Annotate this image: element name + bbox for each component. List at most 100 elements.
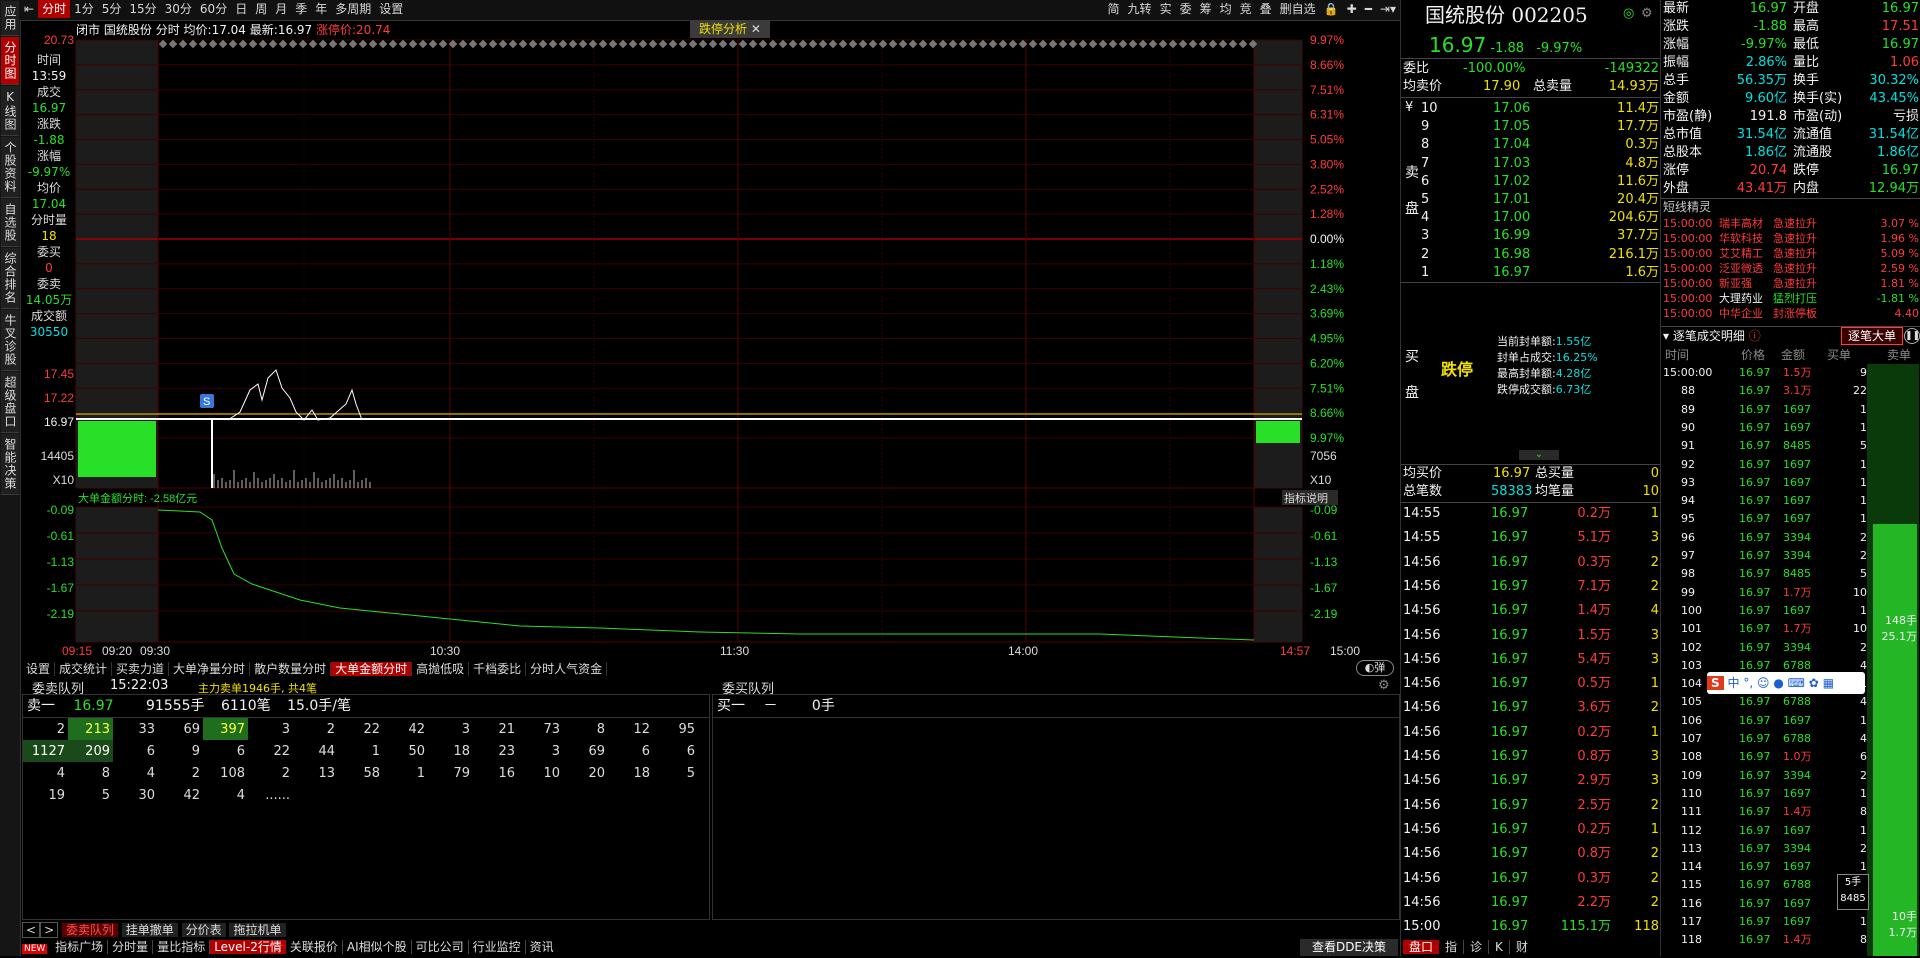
big-order-button[interactable]: 逐笔大单 [1841,327,1903,345]
short-line-row[interactable]: 15:00:00 新亚强 急速拉升 1.81 % [1663,276,1919,291]
short-line-row[interactable]: 15:00:00 瑞丰高材 急速拉升 3.07 % [1663,216,1919,231]
ask-level-row[interactable]: 3 16.99 37.7万 [1403,227,1659,245]
tab-order-cancel[interactable]: 挂单撤单 [121,923,178,937]
short-line-row[interactable]: 15:00:00 艾艾精工 急速拉升 5.09 % [1663,246,1919,261]
ask-level-row[interactable]: 10 17.06 11.4万 [1403,100,1659,118]
emoji-icon[interactable]: ☺ [1757,676,1770,690]
tick-row: 14:56 16.97 0.2万 1 [1403,724,1659,742]
indicator-tab[interactable]: 分时人气资金 [526,662,608,676]
panel-bottom-tabs: 盘口指诊 K 财 [1403,939,1534,956]
pause-icon[interactable]: ❚❚ [1904,328,1920,344]
status-timeshare-vol[interactable]: 分时量 [108,940,154,954]
queue-cell: 2 [56,721,65,737]
status-volume-ratio[interactable]: 量比指标 [153,940,211,954]
indicator-tab[interactable]: 大单净量分时 [169,662,251,676]
short-line-row[interactable]: 15:00:00 泛亚微透 急速拉升 2.59 % [1663,261,1919,276]
indicator-tab[interactable]: 散户数量分时 [250,662,332,676]
tick-price: 16.97 [1491,894,1529,910]
detail-price: 16.97 [1739,402,1771,416]
detail-amount: 1.7万 [1783,622,1812,636]
tab-diagnose[interactable]: 诊 [1464,940,1490,954]
expand-down-icon[interactable]: ⌄ [1519,450,1559,460]
short-line-row[interactable]: 15:00:00 中华企业 封涨停板 4.40 [1663,306,1919,321]
tab-price-table[interactable]: 分价表 [181,923,226,937]
timeshare-chart[interactable]: S 20.73 17.45 17.22 16.97 14405 X10 9.97% 8.66% 7… [0,0,1400,660]
price-axis-label: X10 [53,473,75,487]
quote-key: 最高 [1793,19,1820,34]
tick-price: 16.97 [1491,506,1529,521]
gear-icon[interactable]: ⚙ [1378,678,1390,693]
mic-icon[interactable]: ● [1773,676,1783,690]
tab-kline[interactable]: K [1489,940,1510,954]
pct-axis-label: 3.80% [1310,157,1344,171]
short-line-row[interactable]: 15:00:00 华软科技 急速拉升 1.96 % [1663,231,1919,246]
detail-row: 8916.9716971◆ [1663,401,1875,419]
collapse-icon[interactable]: ▾ [1663,329,1669,343]
tab-tractor-orders[interactable]: 拖拉机单 [229,923,286,937]
quote-row: 涨停 20.74 跌停 16.97 [1663,162,1919,180]
detail-count: 1 [1860,457,1867,471]
keyboard-icon[interactable]: ⌨ [1788,676,1805,690]
ask-level-row[interactable]: 6 17.02 11.6万 [1403,173,1659,191]
ask-level-row[interactable]: 8 17.04 0.3万 [1403,136,1659,154]
sub-axis-label: -2.19 [47,607,75,621]
tick-price: 16.97 [1491,870,1529,886]
pct-axis-label: 6.20% [1310,356,1344,370]
ask-price: 17.01 [1493,192,1531,207]
tick-row: 14:55 16.97 5.1万 3 [1403,529,1659,547]
limit-info-row: 封单占成交:16.25% [1497,350,1598,366]
quote-value: -9.97% [1741,37,1787,52]
ask-level-row[interactable]: 1 16.97 1.6万 [1403,264,1659,282]
sogou-icon[interactable]: S [1707,676,1724,690]
queue-cell: 22 [363,721,380,737]
indicator-tab[interactable]: 大单金额分时 [331,662,413,676]
tab-index[interactable]: 指 [1439,940,1465,954]
next-arrow-icon[interactable]: > [40,922,59,938]
detail-count: 5 [1860,439,1867,453]
indicator-tab[interactable]: 设置 [22,662,56,676]
status-ai-similar[interactable]: AI相似个股 [342,940,412,954]
tab-order-book[interactable]: 盘口 [1403,940,1440,954]
ime-toolbar[interactable]: S 中 °, ☺ ● ⌨ ✿ ▦ [1707,672,1865,694]
indicator-tab[interactable]: 成交统计 [55,662,113,676]
ask-level-row[interactable]: 9 17.05 17.7万 [1403,118,1659,136]
status-related-quote[interactable]: 关联报价 [285,940,343,954]
indicator-tab[interactable]: 买卖力道 [112,662,170,676]
buy-avg-label: 均买价 [1403,466,1443,481]
tab-sell-queue[interactable]: 委卖队列 [61,923,118,937]
tab-finance[interactable]: 财 [1510,940,1534,954]
short-line-row[interactable]: 15:00:00 大理药业 猛烈打压 -1.81 % [1663,291,1919,306]
indicator-tab[interactable]: 千档委比 [469,662,527,676]
tick-amount: 0.2万 [1577,821,1611,837]
prev-arrow-icon[interactable]: < [22,922,41,938]
status-industry[interactable]: 行业监控 [468,940,526,954]
dde-decision-button[interactable]: 查看DDE决策 [1300,939,1398,956]
queue-cell: 1 [416,765,425,781]
detail-amount: 1.7万 [1783,585,1812,599]
ask-level-row[interactable]: 7 17.03 4.8万 [1403,155,1659,173]
status-comparable[interactable]: 可比公司 [411,940,469,954]
detail-time: 92 [1681,457,1695,471]
s-marker-label: S [203,396,210,408]
queue-cell: 42 [408,721,425,737]
status-level2[interactable]: Level-2行情 [210,940,286,954]
quote-value: 1.86亿 [1745,145,1787,160]
toolbox-icon[interactable]: ▦ [1823,676,1834,690]
quote-key: 外盘 [1663,181,1690,196]
ask-level-row[interactable]: 2 16.98 216.1万 [1403,246,1659,264]
ask-level-row[interactable]: 4 17.00 204.6万 [1403,209,1659,227]
refresh-icon[interactable]: ◎ [1623,6,1634,21]
indicator-tab[interactable]: 高抛低吸 [412,662,470,676]
status-news[interactable]: 资讯 [526,940,558,954]
ask-level-row[interactable]: 5 17.01 20.4万 [1403,191,1659,209]
punctuation-icon[interactable]: °, [1743,676,1753,690]
ask-volume: 4.8万 [1625,155,1659,171]
skin-icon[interactable]: ✿ [1809,676,1819,690]
detail-price: 16.97 [1739,494,1771,508]
gear-icon[interactable]: ⚙ [1641,6,1653,21]
ime-mode[interactable]: 中 [1727,676,1739,690]
bomb-toggle[interactable]: ◐弹 [1356,660,1394,676]
info-icon[interactable]: ⓘ [1749,329,1761,343]
short-line-stock: 新亚强 [1719,277,1752,290]
status-indicator-square[interactable]: 指标广场 [51,940,109,954]
